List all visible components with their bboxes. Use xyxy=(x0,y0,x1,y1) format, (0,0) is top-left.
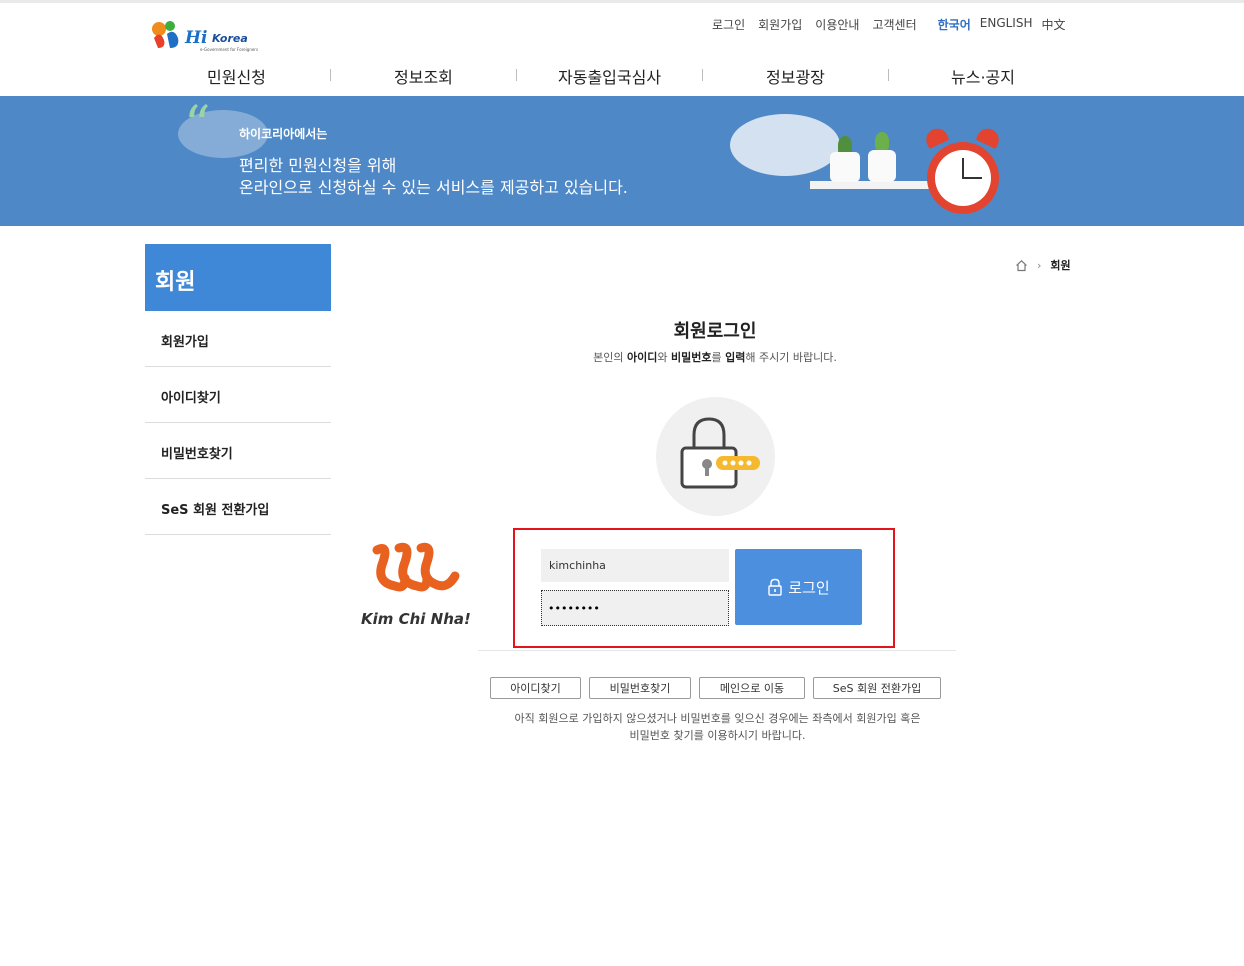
banner-line-1: 편리한 민원신청을 위해 xyxy=(239,156,397,175)
lang-english-link[interactable]: ENGLISH xyxy=(980,16,1033,33)
section-divider xyxy=(478,650,956,651)
instruction-emphasis: 아이디 xyxy=(627,351,658,364)
login-button-label: 로그인 xyxy=(788,578,830,597)
padlock-illustration xyxy=(656,397,775,516)
quote-mark: “ xyxy=(184,96,211,156)
util-signup-link[interactable]: 회원가입 xyxy=(758,16,802,33)
breadcrumb-separator: › xyxy=(1037,258,1042,272)
util-support-link[interactable]: 고객센터 xyxy=(872,16,916,33)
pot-illustration xyxy=(868,150,896,182)
breadcrumb-current: 회원 xyxy=(1050,259,1071,272)
gnb-divider xyxy=(516,69,517,81)
gnb-item-news-notice[interactable]: 뉴스·공지 xyxy=(951,64,1015,88)
clock-hand xyxy=(962,158,964,179)
page-title: 회원로그인 xyxy=(673,321,757,342)
gnb-item-info-plaza[interactable]: 정보광장 xyxy=(766,64,825,88)
sidebar-item-ses-convert[interactable]: SeS 회원 전환가입 xyxy=(145,479,331,535)
instruction-text: 해 주시기 바랍니다. xyxy=(745,351,837,364)
hikorea-logo[interactable]: Hi Korea e-Government for Foreigners xyxy=(150,20,258,54)
instruction-emphasis: 입력 xyxy=(725,351,746,364)
pot-illustration xyxy=(830,152,860,182)
instruction-text: 본인의 xyxy=(593,351,628,364)
login-instruction: 본인의 아이디와 비밀번호를 입력해 주시기 바랍니다. xyxy=(515,349,915,365)
banner-line-2: 온라인으로 신청하실 수 있는 서비스를 제공하고 있습니다. xyxy=(239,178,628,197)
ses-convert-button[interactable]: SeS 회원 전환가입 xyxy=(813,677,941,699)
kimchinha-logo: Kim Chi Nha! xyxy=(355,538,475,630)
breadcrumb: › 회원 xyxy=(1015,257,1071,273)
lang-chinese-link[interactable]: 中文 xyxy=(1042,16,1066,33)
plant-illustration xyxy=(875,132,889,150)
top-border xyxy=(0,0,1244,3)
clock-hand xyxy=(963,177,982,179)
login-button[interactable]: 로그인 xyxy=(735,549,862,625)
util-guide-link[interactable]: 이용안내 xyxy=(815,16,859,33)
hero-banner: “ 하이코리아에서는 편리한 민원신청을 위해 온라인으로 신청하실 수 있는 … xyxy=(0,96,1244,226)
utility-nav: 로그인 회원가입 이용안내 고객센터 한국어 ENGLISH 中文 xyxy=(712,16,1075,33)
logo-figure-icon xyxy=(152,21,179,48)
banner-small-title: 하이코리아에서는 xyxy=(239,127,328,141)
lock-icon xyxy=(680,417,760,489)
help-notice-line: 아직 회원으로 가입하지 않으셨거나 비밀번호를 잊으신 경우에는 좌측에서 회… xyxy=(514,712,921,725)
find-id-button[interactable]: 아이디찾기 xyxy=(490,677,581,699)
gnb-divider xyxy=(702,69,703,81)
instruction-text: 와 xyxy=(657,351,672,364)
gnb-item-smart-entry[interactable]: 자동출입국심사 xyxy=(558,64,661,88)
lang-korean-link[interactable]: 한국어 xyxy=(938,16,971,33)
logo-subtitle: e-Government for Foreigners xyxy=(200,47,259,52)
gnb-divider xyxy=(330,69,331,81)
cloud-decoration xyxy=(730,114,840,176)
gnb-item-civil-petition[interactable]: 민원신청 xyxy=(207,64,266,88)
find-password-button[interactable]: 비밀번호찾기 xyxy=(589,677,691,699)
sidebar-title: 회원 xyxy=(145,244,331,311)
help-notice-line: 비밀번호 찾기를 이용하시기 바랍니다. xyxy=(629,729,806,742)
kimchinha-mark-icon xyxy=(372,542,460,592)
sidebar-item-find-password[interactable]: 비밀번호찾기 xyxy=(145,423,331,479)
sidebar-item-find-id[interactable]: 아이디찾기 xyxy=(145,367,331,423)
logo-word-korea: Korea xyxy=(212,32,248,45)
gnb-item-info-lookup[interactable]: 정보조회 xyxy=(394,64,453,88)
instruction-emphasis: 비밀번호 xyxy=(671,351,712,364)
go-main-button[interactable]: 메인으로 이동 xyxy=(699,677,805,699)
password-input[interactable] xyxy=(541,590,729,626)
lock-icon xyxy=(768,578,782,596)
sidebar-item-signup[interactable]: 회원가입 xyxy=(145,311,331,367)
global-nav: 민원신청 정보조회 자동출입국심사 정보광장 뉴스·공지 xyxy=(144,64,1076,88)
shelf-illustration xyxy=(810,181,932,189)
instruction-text: 를 xyxy=(711,351,726,364)
logo-word: Hi xyxy=(185,28,208,48)
watermark-text: Kim Chi Nha! xyxy=(361,610,471,628)
user-id-input[interactable] xyxy=(541,549,729,582)
help-notice: 아직 회원으로 가입하지 않으셨거나 비밀번호를 잊으신 경우에는 좌측에서 회… xyxy=(470,710,965,744)
gnb-divider xyxy=(888,69,889,81)
util-login-link[interactable]: 로그인 xyxy=(712,16,745,33)
home-icon[interactable] xyxy=(1015,259,1028,272)
